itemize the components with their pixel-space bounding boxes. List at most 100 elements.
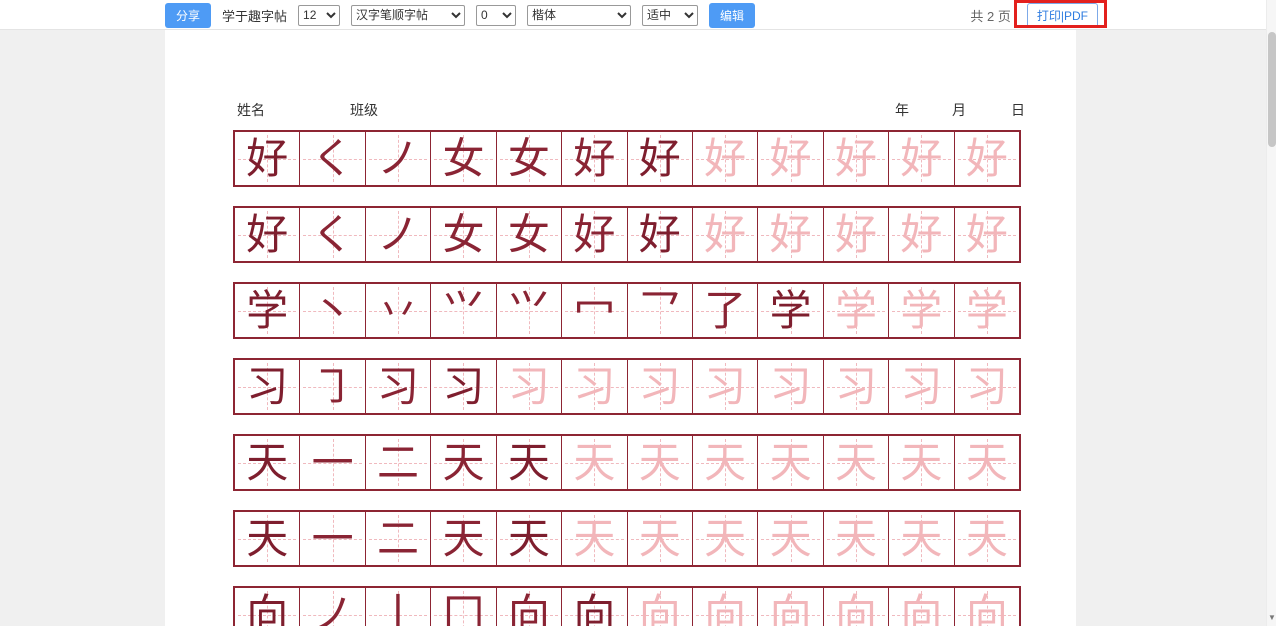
- print-pdf-button[interactable]: 打印|PDF: [1027, 3, 1098, 28]
- practice-cell: 天: [497, 436, 562, 489]
- practice-cell: 好: [693, 132, 758, 185]
- practice-cell: 一: [300, 512, 365, 565]
- cell-glyph: 天: [431, 512, 495, 565]
- practice-cell: 向: [824, 588, 889, 626]
- cell-glyph: 学: [824, 284, 888, 337]
- cell-glyph: 好: [955, 132, 1019, 185]
- cell-glyph: 习: [758, 360, 822, 413]
- cell-glyph: 好: [235, 132, 299, 185]
- practice-cell: 习: [628, 360, 693, 413]
- character-row: 好くノ女女好好好好好好好: [233, 130, 1021, 187]
- practice-cell: 丷: [366, 284, 431, 337]
- practice-cell: 天: [955, 436, 1019, 489]
- cell-glyph: 天: [497, 436, 561, 489]
- practice-cell: 好: [235, 132, 300, 185]
- practice-cell: 天: [758, 436, 823, 489]
- practice-cell: 女: [431, 208, 496, 261]
- cell-glyph: 天: [824, 512, 888, 565]
- cell-glyph: 习: [562, 360, 626, 413]
- practice-cell: 好: [562, 132, 627, 185]
- cell-glyph: 好: [693, 132, 757, 185]
- cell-glyph: ㇆: [300, 360, 364, 413]
- day-label: 日: [1011, 100, 1025, 120]
- share-button[interactable]: 分享: [165, 3, 211, 28]
- cell-glyph: 天: [562, 436, 626, 489]
- practice-cell: 向: [889, 588, 954, 626]
- cell-glyph: 天: [497, 512, 561, 565]
- practice-cell: ⺍: [431, 284, 496, 337]
- scrollbar-thumb[interactable]: [1268, 32, 1276, 147]
- cell-glyph: 学: [758, 284, 822, 337]
- practice-cell: 天: [889, 512, 954, 565]
- practice-cell: 天: [693, 436, 758, 489]
- practice-cell: 好: [889, 132, 954, 185]
- scrollbar-down-arrow[interactable]: ▼: [1267, 612, 1276, 624]
- practice-cell: 一: [300, 436, 365, 489]
- app-name: 学于趣字帖: [222, 6, 287, 25]
- toolbar-right-group: 共 2 页 打印|PDF: [970, 0, 1098, 30]
- practice-cell: 了: [693, 284, 758, 337]
- practice-cell: ⺍: [497, 284, 562, 337]
- edit-button[interactable]: 编辑: [709, 3, 755, 28]
- practice-cell: 习: [889, 360, 954, 413]
- toolbar-left-group: 分享 学于趣字帖 12 汉字笔顺字帖 0 楷体 适中 编辑: [165, 0, 755, 30]
- offset-select[interactable]: 0: [476, 5, 516, 26]
- name-label: 姓名: [237, 100, 265, 120]
- cell-glyph: 学: [955, 284, 1019, 337]
- font-select[interactable]: 楷体: [527, 5, 631, 26]
- practice-cell: 女: [431, 132, 496, 185]
- cell-glyph: 学: [235, 284, 299, 337]
- practice-cell: 好: [889, 208, 954, 261]
- practice-cell: 好: [758, 132, 823, 185]
- sheet-type-select[interactable]: 汉字笔顺字帖: [351, 5, 465, 26]
- cell-glyph: 冂: [431, 588, 495, 626]
- character-row: 学丶丷⺍⺍冖乛了学学学学: [233, 282, 1021, 339]
- practice-cell: 女: [497, 132, 562, 185]
- practice-cell: 冖: [562, 284, 627, 337]
- density-select[interactable]: 适中: [642, 5, 698, 26]
- cell-glyph: 习: [693, 360, 757, 413]
- cell-glyph: く: [300, 208, 364, 261]
- practice-cell: 二: [366, 512, 431, 565]
- practice-cell: 习: [366, 360, 431, 413]
- practice-cell: 学: [955, 284, 1019, 337]
- practice-cell: 学: [235, 284, 300, 337]
- cell-glyph: 向: [824, 588, 888, 626]
- cell-glyph: 向: [235, 588, 299, 626]
- practice-cell: 冂: [431, 588, 496, 626]
- cell-glyph: 女: [431, 132, 495, 185]
- practice-cell: 天: [693, 512, 758, 565]
- cell-glyph: 好: [824, 208, 888, 261]
- cell-glyph: 习: [955, 360, 1019, 413]
- practice-grid: 好くノ女女好好好好好好好好くノ女女好好好好好好好学丶丷⺍⺍冖乛了学学学学习㇆习习…: [233, 130, 1021, 626]
- cell-glyph: 天: [824, 436, 888, 489]
- practice-cell: 向: [693, 588, 758, 626]
- cell-glyph: 好: [824, 132, 888, 185]
- practice-cell: ノ: [366, 132, 431, 185]
- cell-glyph: 向: [758, 588, 822, 626]
- cell-glyph: 天: [955, 512, 1019, 565]
- practice-cell: 天: [955, 512, 1019, 565]
- cell-glyph: 习: [235, 360, 299, 413]
- practice-cell: 天: [431, 512, 496, 565]
- cell-glyph: 好: [628, 208, 692, 261]
- practice-cell: 天: [497, 512, 562, 565]
- practice-cell: 乛: [628, 284, 693, 337]
- cell-glyph: 天: [955, 436, 1019, 489]
- cell-glyph: 一: [300, 436, 364, 489]
- practice-cell: 向: [955, 588, 1019, 626]
- cell-glyph: 天: [628, 512, 692, 565]
- vertical-scrollbar[interactable]: ▼: [1266, 0, 1276, 626]
- practice-cell: 天: [562, 512, 627, 565]
- cell-glyph: く: [300, 132, 364, 185]
- cell-glyph: 天: [235, 436, 299, 489]
- cell-glyph: 好: [758, 132, 822, 185]
- practice-cell: 向: [562, 588, 627, 626]
- character-row: 天一二天天天天天天天天天: [233, 510, 1021, 567]
- char-count-select[interactable]: 12: [298, 5, 340, 26]
- cell-glyph: 学: [889, 284, 953, 337]
- cell-glyph: 向: [497, 588, 561, 626]
- practice-cell: 好: [955, 132, 1019, 185]
- cell-glyph: 一: [300, 512, 364, 565]
- practice-cell: 习: [693, 360, 758, 413]
